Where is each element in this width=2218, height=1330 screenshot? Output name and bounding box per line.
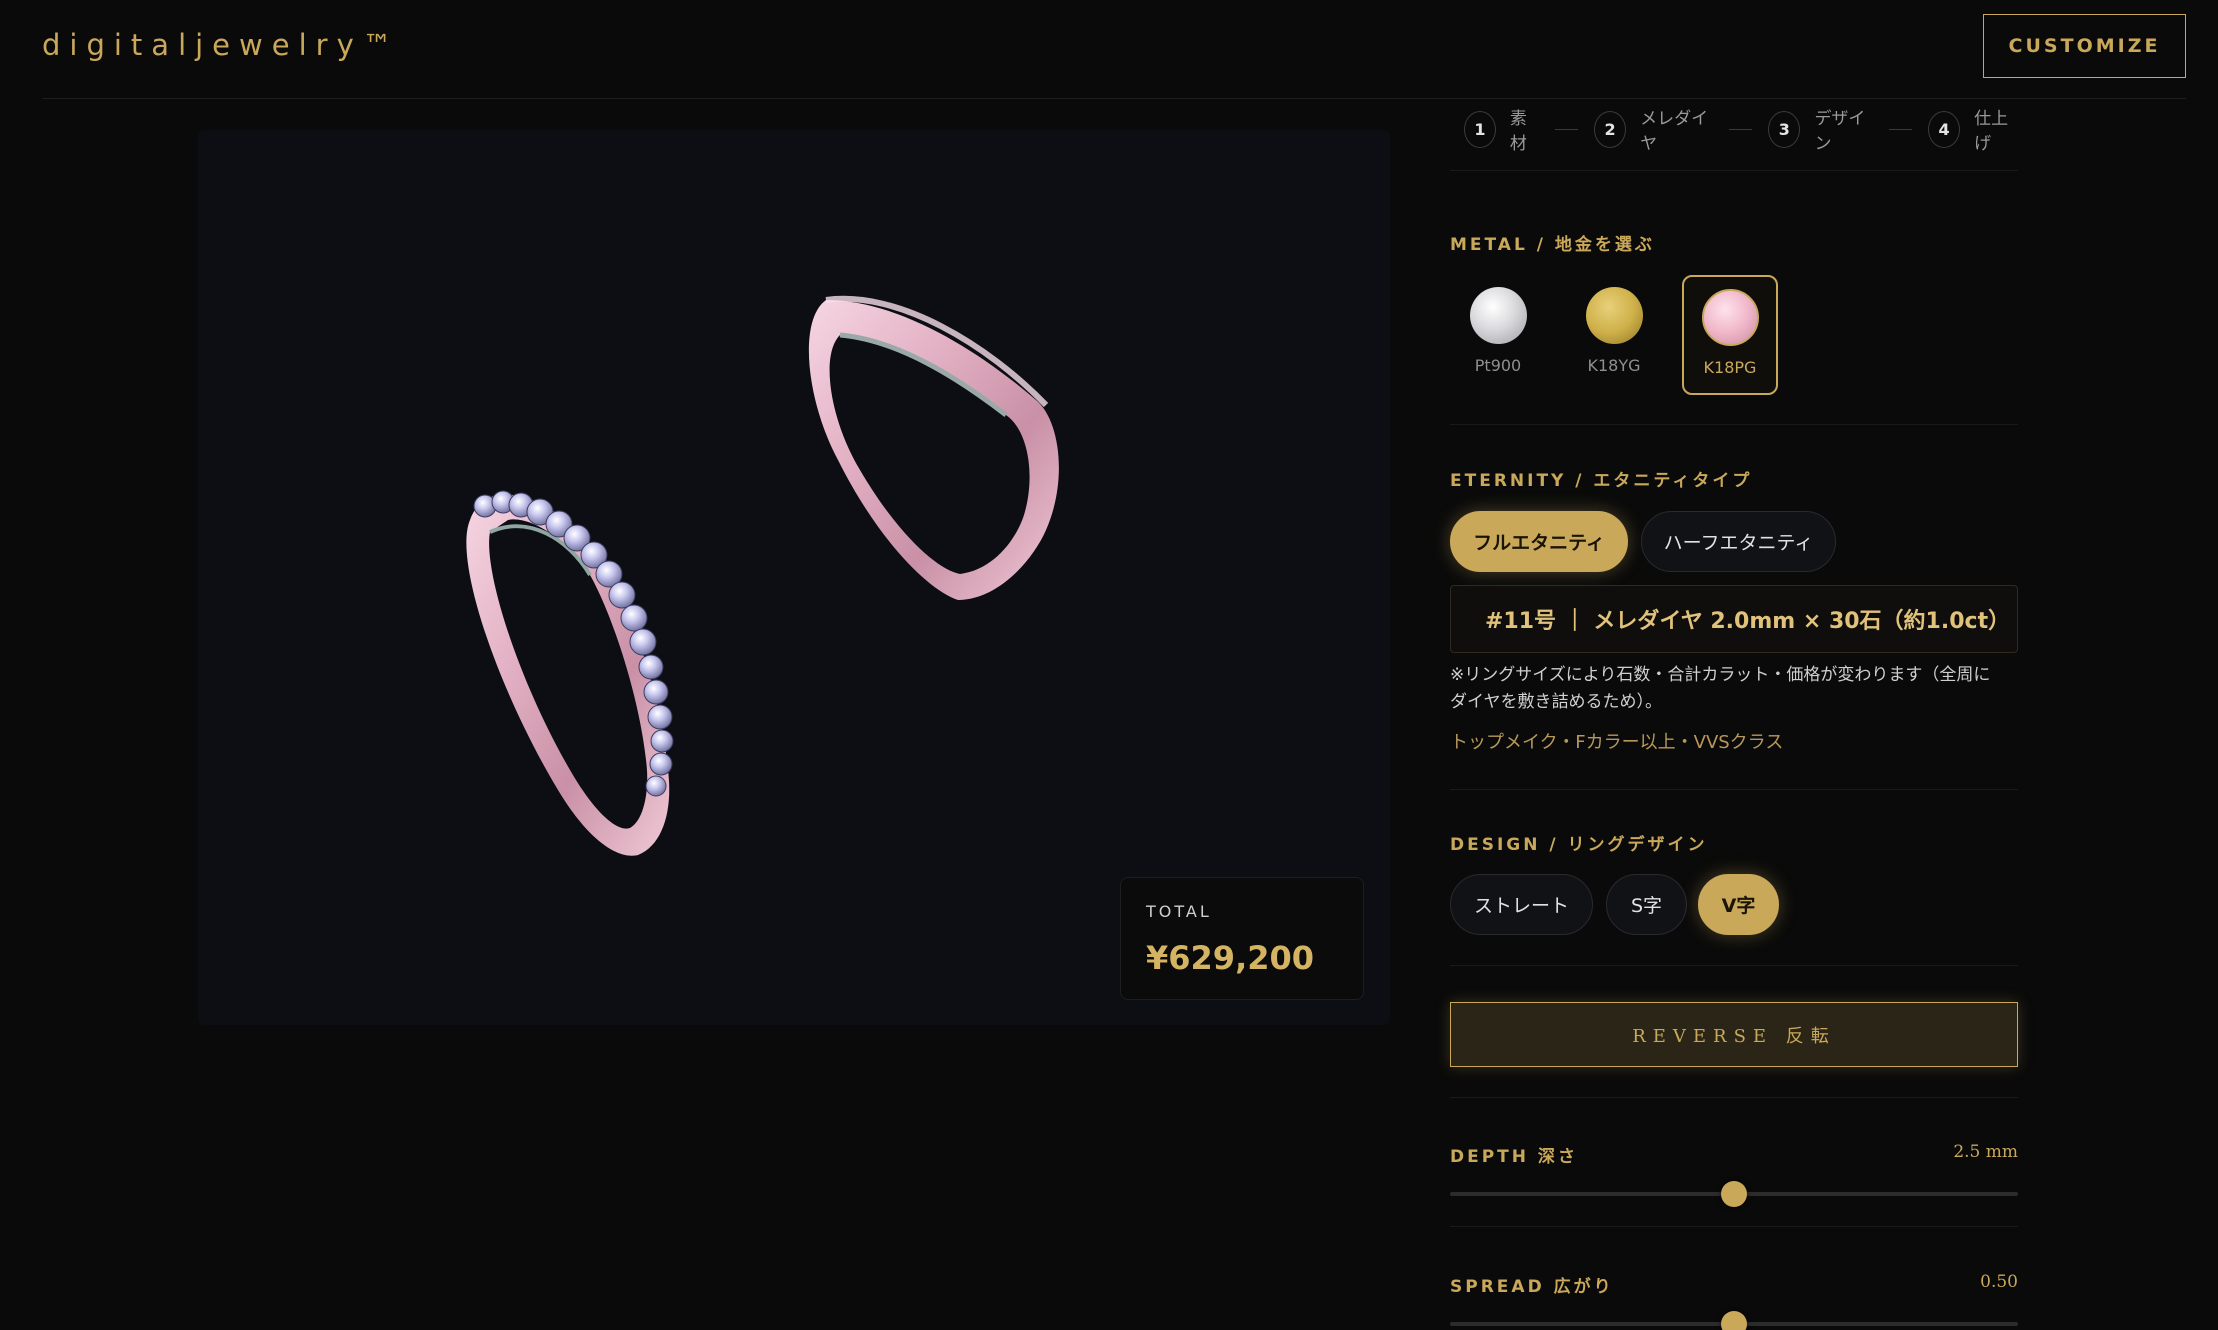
step-label: デザイン bbox=[1814, 109, 1866, 154]
step-separator bbox=[1729, 128, 1753, 130]
depth-slider[interactable] bbox=[1450, 1181, 2018, 1207]
size-note-line: ※リングサイズにより石数・合計カラット・価格が変わります（全周に bbox=[1450, 665, 1991, 685]
size-note: ※リングサイズにより石数・合計カラット・価格が変わります（全周に ダイヤを敷き詰… bbox=[1450, 662, 2018, 716]
step-label: 素材 bbox=[1509, 109, 1527, 154]
design-v-button[interactable]: V字 bbox=[1698, 874, 1779, 935]
design-s-button[interactable]: S字 bbox=[1606, 874, 1687, 935]
depth-slider-thumb[interactable] bbox=[1721, 1181, 1747, 1207]
depth-value: 2.5 mm bbox=[1953, 1142, 2018, 1162]
step-separator bbox=[1554, 128, 1578, 130]
header: digitaljewelry™ CUSTOMIZE bbox=[0, 0, 2218, 99]
size-note-line: ダイヤを敷き詰めるため）。 bbox=[1450, 692, 1662, 712]
total-price-card: TOTAL ¥629,200 bbox=[1120, 877, 1364, 1000]
plain-ring bbox=[808, 295, 1059, 600]
divider bbox=[1450, 424, 2018, 425]
metal-option-k18pg[interactable]: K18PG bbox=[1682, 275, 1778, 395]
step-label: メレダイヤ bbox=[1640, 109, 1709, 154]
spread-value: 0.50 bbox=[1980, 1272, 2018, 1292]
metal-swatch bbox=[1585, 287, 1643, 344]
reverse-button[interactable]: REVERSE 反転 bbox=[1450, 1002, 2018, 1067]
total-price: ¥629,200 bbox=[1146, 939, 1315, 977]
spread-slider-thumb[interactable] bbox=[1721, 1311, 1747, 1330]
eternity-full-button[interactable]: フルエタニティ bbox=[1450, 511, 1628, 572]
spread-slider[interactable] bbox=[1450, 1311, 2018, 1330]
depth-label: DEPTH 深さ bbox=[1450, 1147, 1578, 1167]
metal-section-title: METAL / 地金を選ぶ bbox=[1450, 235, 1655, 255]
logo[interactable]: digitaljewelry™ bbox=[42, 28, 401, 62]
stone-info-box: #11号 ｜ メレダイヤ 2.0mm × 30石（約1.0ct） bbox=[1450, 585, 2018, 653]
ring-3d-viewer[interactable]: TOTAL ¥629,200 bbox=[198, 130, 1390, 1025]
quality-text: トップメイク・Fカラー以上・VVSクラス bbox=[1450, 732, 1784, 753]
metal-label: K18YG bbox=[1587, 356, 1641, 375]
divider bbox=[1450, 965, 2018, 966]
step-indicator: 1 素材 2 メレダイヤ 3 デザイン 4 仕上げ bbox=[1464, 109, 2018, 154]
metal-option-k18yg[interactable]: K18YG bbox=[1566, 275, 1662, 395]
step-label: 仕上げ bbox=[1974, 109, 2009, 154]
step-4[interactable]: 4 仕上げ bbox=[1928, 104, 2018, 154]
eternity-section-title: ETERNITY / エタニティタイプ bbox=[1450, 471, 1753, 491]
step-1[interactable]: 1 素材 bbox=[1464, 104, 1539, 154]
eternity-half-button[interactable]: ハーフエタニティ bbox=[1641, 511, 1836, 572]
step-number: 3 bbox=[1768, 110, 1801, 148]
step-number: 4 bbox=[1928, 110, 1961, 148]
metal-label: Pt900 bbox=[1474, 356, 1522, 375]
step-2[interactable]: 2 メレダイヤ bbox=[1593, 104, 1713, 154]
divider bbox=[1450, 1226, 2018, 1227]
customize-panel: 1 素材 2 メレダイヤ 3 デザイン 4 仕上げ METAL / 地金を選ぶ … bbox=[1450, 99, 2018, 1330]
spread-label: SPREAD 広がり bbox=[1450, 1277, 1614, 1297]
step-number: 2 bbox=[1593, 110, 1627, 148]
step-number: 1 bbox=[1464, 110, 1496, 148]
step-separator bbox=[1889, 128, 1913, 130]
total-label: TOTAL bbox=[1146, 902, 1212, 921]
metal-label: K18PG bbox=[1703, 358, 1757, 377]
metal-option-pt900[interactable]: Pt900 bbox=[1450, 275, 1546, 395]
metal-swatch bbox=[1701, 289, 1759, 346]
design-straight-button[interactable]: ストレート bbox=[1450, 874, 1593, 935]
divider bbox=[1450, 789, 2018, 790]
customize-button[interactable]: CUSTOMIZE bbox=[1983, 14, 2186, 78]
divider bbox=[1450, 1097, 2018, 1098]
divider bbox=[1450, 170, 2018, 171]
step-3[interactable]: 3 デザイン bbox=[1768, 104, 1873, 154]
metal-swatch bbox=[1469, 287, 1527, 344]
design-section-title: DESIGN / リングデザイン bbox=[1450, 835, 1708, 855]
eternity-ring bbox=[466, 490, 674, 856]
